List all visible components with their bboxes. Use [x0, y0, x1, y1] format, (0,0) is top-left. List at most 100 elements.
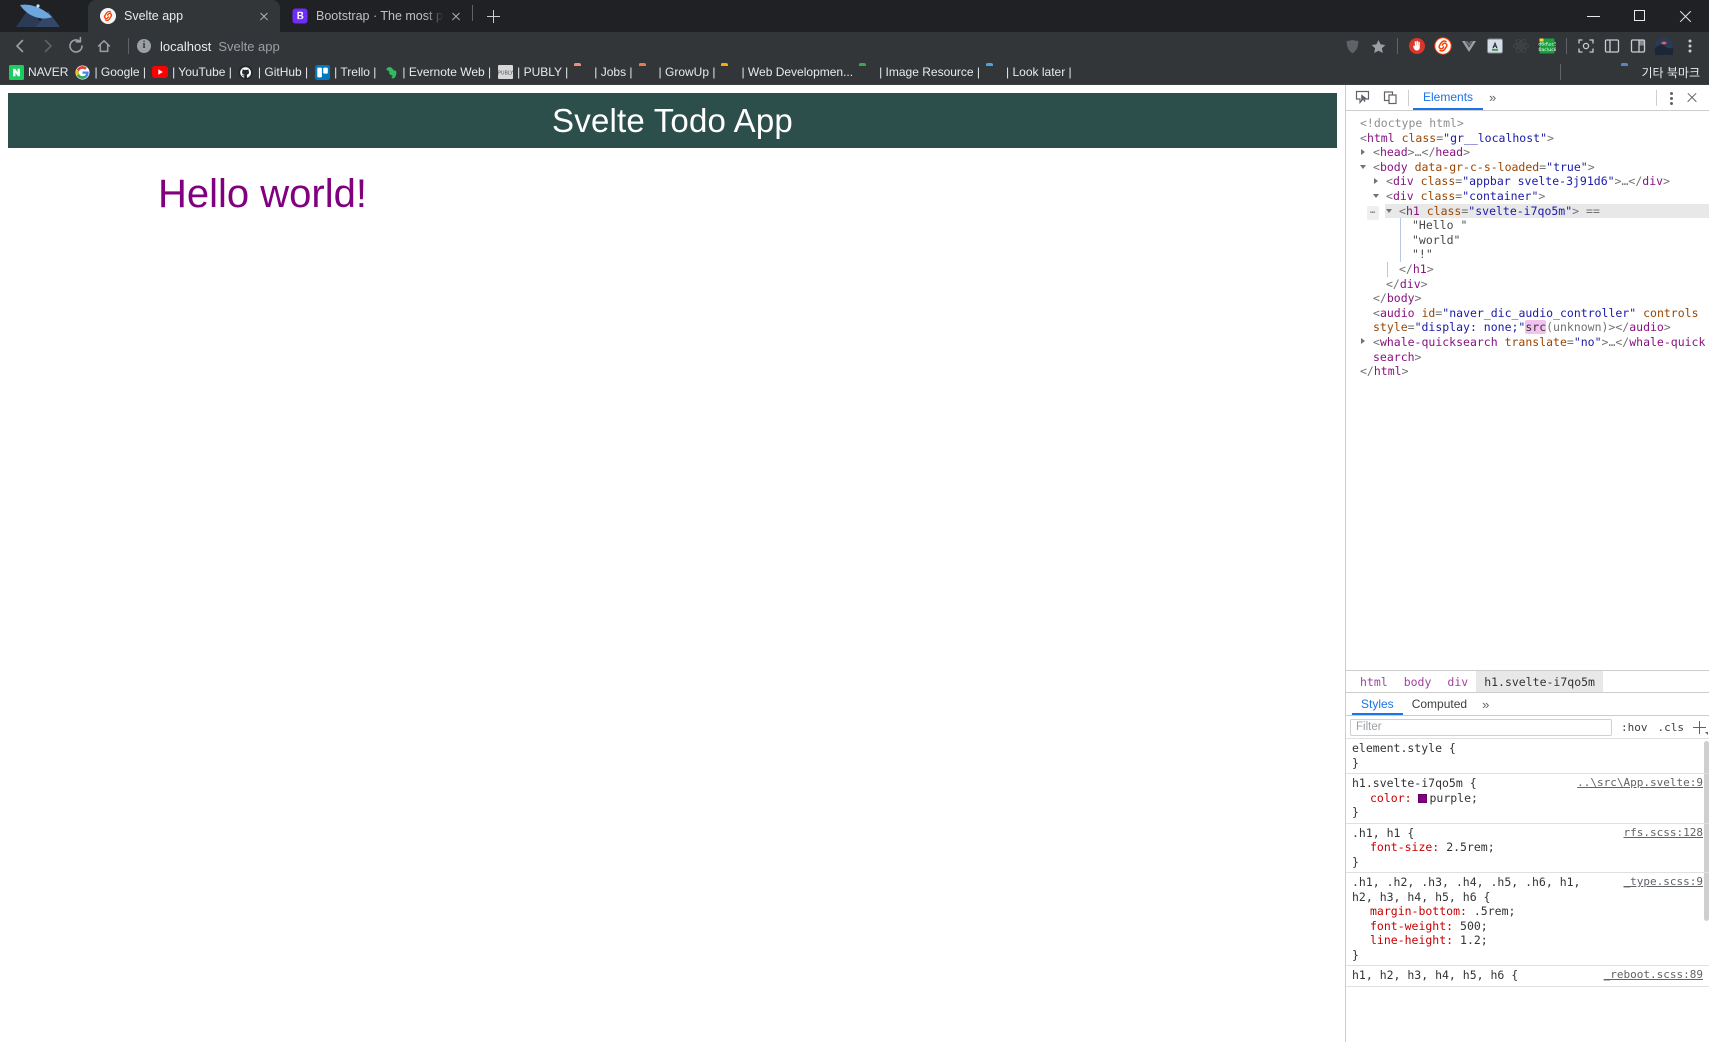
dom-node[interactable]: <div class="appbar svelte-3j91d6">…</div…	[1372, 174, 1709, 189]
dom-node[interactable]: <head>…</head>	[1359, 145, 1709, 160]
minimize-button[interactable]	[1571, 0, 1617, 32]
tab-styles[interactable]: Styles	[1352, 693, 1403, 715]
bookmark-item[interactable]: | Look later |	[983, 61, 1075, 83]
bookmark-item[interactable]: | Jobs |	[571, 61, 635, 83]
vuejs-devtools-icon[interactable]	[1456, 33, 1482, 59]
css-rule-source-link[interactable]: _reboot.scss:89	[1604, 968, 1703, 983]
breadcrumb-item[interactable]: h1.svelte-i7qo5m	[1476, 670, 1603, 693]
tab-svelte-app[interactable]: Svelte app	[88, 0, 280, 32]
chevron-right-icon[interactable]	[1361, 338, 1365, 345]
chevron-down-icon[interactable]	[1386, 208, 1392, 213]
css-rule-source-link[interactable]: _type.scss:9	[1624, 875, 1703, 890]
bookmark-item[interactable]: | Trello |	[311, 61, 379, 83]
bookmark-item[interactable]: NAVER	[5, 61, 71, 83]
dom-node[interactable]: "Hello "	[1398, 218, 1709, 233]
bookmark-item[interactable]: | Web Developmen...	[718, 61, 856, 83]
bookmark-item[interactable]: | Image Resource |	[856, 61, 983, 83]
css-rule[interactable]: rfs.scss:128 .h1, h1 {font-size: 2.5rem;}	[1346, 824, 1709, 873]
css-declaration[interactable]: font-size: 2.5rem;	[1352, 840, 1703, 855]
css-rule[interactable]: ..\src\App.svelte:9 h1.svelte-i7qo5m {col…	[1346, 774, 1709, 824]
close-icon[interactable]	[256, 8, 272, 24]
back-button[interactable]	[6, 32, 34, 60]
bookmark-item[interactable]: | Google |	[71, 61, 149, 83]
bookmark-item[interactable]: | GitHub |	[235, 61, 311, 83]
dom-node[interactable]: <html class="gr__localhost">	[1346, 131, 1709, 146]
tab-elements[interactable]: Elements	[1413, 85, 1484, 110]
css-declaration[interactable]: color: purple;	[1352, 791, 1703, 806]
css-declaration[interactable]: line-height: 1.2;	[1352, 933, 1703, 948]
css-rule[interactable]: _type.scss:9 .h1, .h2, .h3, .h4, .h5, .h6…	[1346, 873, 1709, 966]
new-style-rule-button[interactable]	[1689, 717, 1709, 737]
dom-node[interactable]: </h1>	[1385, 261, 1709, 277]
devtools-tabs-overflow[interactable]: »	[1483, 90, 1502, 105]
naver-dictionary-icon[interactable]: \uad6d\uc5b4 \uc0ac\uc804	[1534, 33, 1560, 59]
device-toolbar-icon[interactable]	[1376, 86, 1404, 110]
breadcrumb-item[interactable]: div	[1439, 671, 1476, 693]
styles-tabs-overflow[interactable]: »	[1476, 697, 1495, 712]
bookmark-star-icon[interactable]	[1365, 33, 1391, 59]
react-devtools-icon[interactable]	[1508, 33, 1534, 59]
papago-translate-icon[interactable]	[1482, 33, 1508, 59]
css-rule[interactable]: _reboot.scss:89 h1, h2, h3, h4, h5, h6 {	[1346, 966, 1709, 987]
dom-node[interactable]: </body>	[1359, 291, 1709, 306]
dom-node[interactable]: <audio id="naver_dic_audio_controller" c…	[1359, 306, 1709, 335]
dom-node[interactable]: "world"	[1398, 232, 1709, 248]
chevron-down-icon[interactable]	[1373, 193, 1379, 198]
dom-node[interactable]: <body data-gr-c-s-loaded="true">	[1359, 160, 1709, 175]
css-value[interactable]: 2.5rem;	[1446, 840, 1494, 854]
profile-avatar[interactable]	[1651, 33, 1677, 59]
other-bookmarks-folder[interactable]: 기타 북마크	[1618, 61, 1703, 83]
window-close-button[interactable]	[1663, 0, 1709, 32]
css-rule-source-link[interactable]: rfs.scss:128	[1624, 826, 1703, 841]
node-menu-icon[interactable]: ⋯	[1367, 205, 1380, 221]
color-swatch[interactable]	[1418, 793, 1428, 803]
css-declaration[interactable]: margin-bottom: .5rem;	[1352, 904, 1703, 919]
dom-node[interactable]: <!doctype html>	[1346, 116, 1709, 131]
close-icon[interactable]	[448, 8, 464, 24]
dom-node[interactable]: </div>	[1372, 277, 1709, 292]
dom-node[interactable]: "!"	[1398, 247, 1709, 262]
chevron-right-icon[interactable]	[1361, 148, 1365, 155]
dom-node[interactable]: <div class="container">	[1372, 189, 1709, 204]
hover-state-button[interactable]: :hov	[1616, 721, 1653, 734]
dom-node[interactable]: </html>	[1346, 364, 1709, 379]
css-value[interactable]: purple;	[1429, 791, 1477, 805]
css-value[interactable]: 500;	[1460, 919, 1488, 933]
capture-icon[interactable]	[1573, 33, 1599, 59]
breadcrumb-item[interactable]: html	[1352, 671, 1396, 693]
dom-node[interactable]: <whale-quicksearch translate="no">…</wha…	[1359, 335, 1709, 364]
breadcrumb-item[interactable]: body	[1396, 671, 1440, 693]
dom-tree[interactable]: <!doctype html> <html class="gr__localhos…	[1346, 111, 1709, 670]
css-value[interactable]: 1.2;	[1460, 933, 1488, 947]
home-button[interactable]	[90, 32, 118, 60]
chevron-right-icon[interactable]	[1374, 177, 1378, 184]
css-rule[interactable]: element.style {}	[1346, 739, 1709, 774]
adblock-icon[interactable]	[1404, 33, 1430, 59]
devtools-close-icon[interactable]	[1681, 87, 1703, 109]
new-tab-button[interactable]	[479, 2, 507, 30]
site-info-icon[interactable]: i	[137, 39, 151, 53]
css-rules-list[interactable]: element.style {} ..\src\App.svelte:9 h1.sv…	[1346, 739, 1709, 1042]
bookmark-item[interactable]: PUBLY | PUBLY |	[494, 61, 571, 83]
css-declaration[interactable]: font-weight: 500;	[1352, 919, 1703, 934]
tab-computed[interactable]: Computed	[1403, 693, 1476, 715]
bookmark-item[interactable]: | GrowUp |	[636, 61, 719, 83]
chevron-down-icon[interactable]	[1360, 164, 1366, 169]
css-selector[interactable]: element.style {	[1352, 741, 1703, 756]
whale-shield-icon[interactable]	[1339, 33, 1365, 59]
sidebar-panel-icon[interactable]	[1599, 33, 1625, 59]
class-editor-button[interactable]: .cls	[1653, 721, 1690, 734]
styles-filter-input[interactable]: Filter	[1350, 718, 1612, 736]
tab-bootstrap[interactable]: Bootstrap · The most popular H	[280, 0, 472, 32]
devtools-more-icon[interactable]	[1661, 88, 1681, 108]
split-view-icon[interactable]	[1625, 33, 1651, 59]
dom-node[interactable]: ⋯ <h1 class="svelte-i7qo5m"> ==	[1367, 203, 1709, 221]
browser-menu-icon[interactable]	[1677, 33, 1703, 59]
address-bar[interactable]: i localhost Svelte app	[126, 36, 1339, 56]
svelte-extension-icon[interactable]	[1430, 33, 1456, 59]
bookmark-item[interactable]: | YouTube |	[149, 61, 235, 83]
reload-button[interactable]	[62, 32, 90, 60]
bookmark-item[interactable]: | Evernote Web |	[379, 61, 494, 83]
css-value[interactable]: .5rem;	[1474, 904, 1516, 918]
maximize-button[interactable]	[1617, 0, 1663, 32]
